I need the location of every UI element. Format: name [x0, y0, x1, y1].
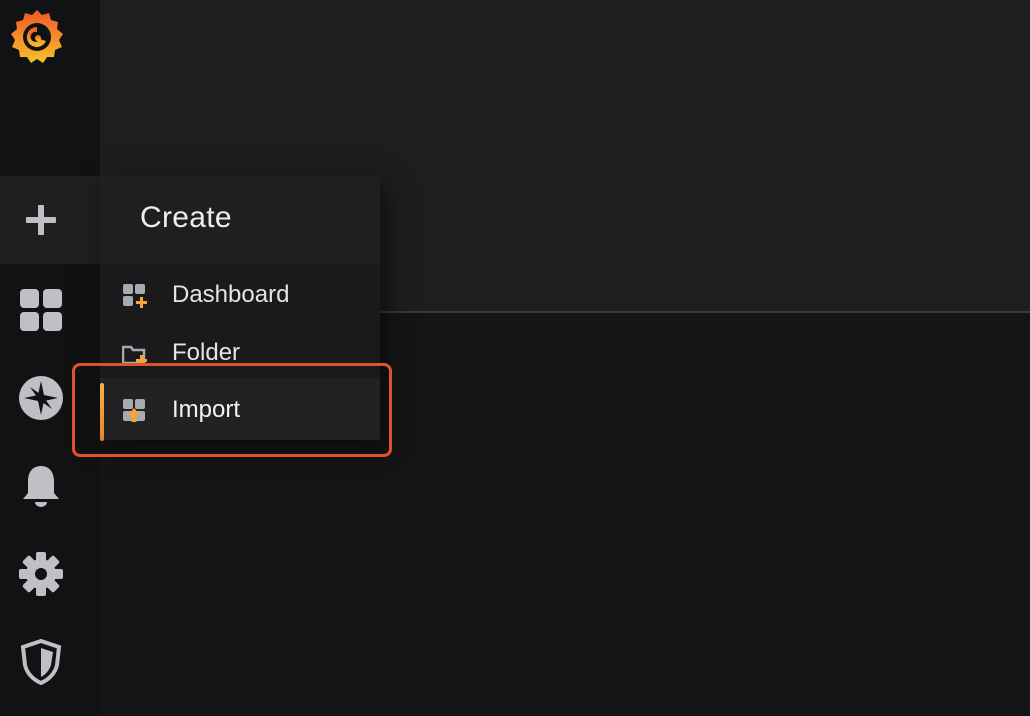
- sidebar-item-dashboards[interactable]: [0, 266, 100, 354]
- menu-item-label: Dashboard: [172, 281, 290, 308]
- highlight-annotation: [72, 363, 392, 457]
- menu-item-dashboard[interactable]: Dashboard: [100, 266, 380, 324]
- configuration-gear-icon: [18, 551, 64, 597]
- sidebar-item-configuration[interactable]: [0, 530, 100, 618]
- server-admin-shield-icon: [18, 639, 64, 685]
- menu-header: Create: [100, 176, 380, 264]
- sidebar-item-server-admin[interactable]: [0, 618, 100, 706]
- explore-compass-icon: [18, 375, 64, 421]
- sidebar: [0, 0, 100, 716]
- plus-icon: [18, 197, 64, 243]
- menu-title[interactable]: Create: [140, 201, 232, 235]
- alerting-bell-icon: [18, 463, 64, 509]
- dashboards-grid-icon: [18, 287, 64, 333]
- dashboard-plus-icon: [122, 283, 148, 309]
- sidebar-item-create[interactable]: [0, 176, 100, 264]
- grafana-logo-icon[interactable]: [8, 6, 66, 70]
